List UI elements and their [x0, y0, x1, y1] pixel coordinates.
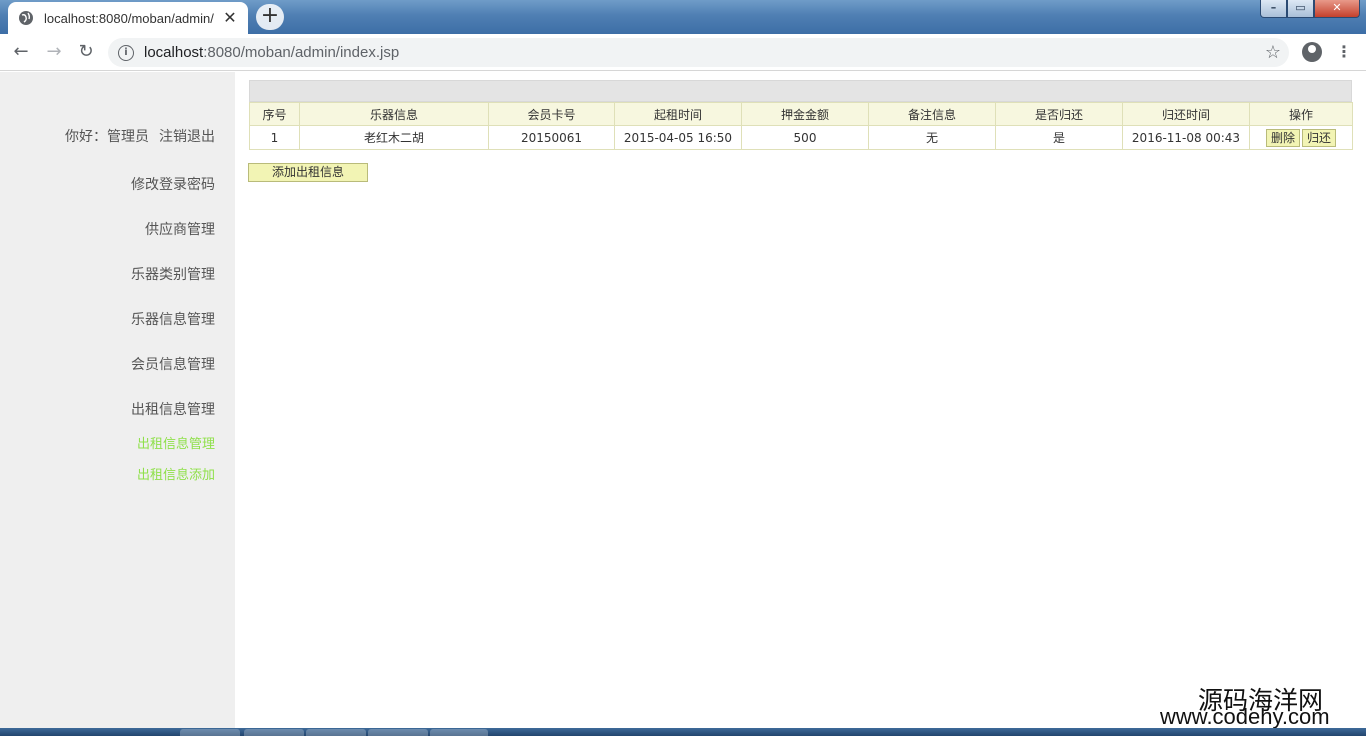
close-icon: ✕ [1332, 1, 1342, 14]
profile-avatar-icon[interactable] [1302, 42, 1322, 62]
cell-member-card: 20150061 [488, 125, 615, 150]
greeting: 你好：管理员 注销退出 [65, 126, 215, 146]
column-header: 操作 [1249, 102, 1353, 126]
main-content: 序号 乐器信息 会员卡号 起租时间 押金金额 备注信息 是否归还 归还时间 操作… [249, 80, 1353, 150]
table-row: 1 老红木二胡 20150061 2015-04-05 16:50 500 无 … [249, 125, 1353, 150]
watermark-url: www.codehy.com [1160, 704, 1330, 729]
taskbar-app[interactable] [244, 729, 304, 736]
column-header: 归还时间 [1122, 102, 1250, 126]
os-taskbar [0, 728, 1366, 736]
window-minimize-button[interactable]: – [1260, 0, 1287, 18]
bookmark-star-icon[interactable]: ☆ [1265, 42, 1281, 63]
url-host: localhost [144, 44, 204, 61]
address-bar[interactable]: i localhost:8080/moban/admin/index.jsp ☆ [108, 38, 1289, 67]
logout-link[interactable]: 注销退出 [159, 129, 215, 145]
column-header: 备注信息 [868, 102, 996, 126]
cell-returned: 是 [995, 125, 1123, 150]
browser-titlebar: localhost:8080/moban/admin/ ✕ + – ▭ ✕ [0, 0, 1366, 34]
tab-close-icon[interactable]: ✕ [222, 10, 238, 26]
column-header: 序号 [249, 102, 300, 126]
sidebar: 你好：管理员 注销退出 修改登录密码 供应商管理 乐器类别管理 乐器信息管理 会员… [0, 72, 235, 728]
taskbar-app[interactable] [306, 729, 366, 736]
url-text: localhost:8080/moban/admin/index.jsp [144, 44, 399, 61]
globe-icon [18, 10, 34, 26]
site-info-icon[interactable]: i [118, 44, 134, 61]
column-header: 押金金额 [741, 102, 869, 126]
cell-return-time: 2016-11-08 00:43 [1122, 125, 1250, 150]
window-close-button[interactable]: ✕ [1314, 0, 1360, 18]
cell-deposit: 500 [741, 125, 869, 150]
sidebar-item-member-info[interactable]: 会员信息管理 [131, 354, 215, 374]
column-header: 会员卡号 [488, 102, 615, 126]
cell-instrument: 老红木二胡 [299, 125, 489, 150]
taskbar-app[interactable] [430, 729, 488, 736]
sidebar-subitem-rental-add[interactable]: 出租信息添加 [137, 464, 215, 483]
back-arrow-icon[interactable]: ← [9, 41, 33, 65]
cell-start-time: 2015-04-05 16:50 [614, 125, 742, 150]
reload-icon[interactable]: ↻ [74, 41, 98, 65]
new-tab-button[interactable]: + [256, 4, 284, 30]
table-header-row: 序号 乐器信息 会员卡号 起租时间 押金金额 备注信息 是否归还 归还时间 操作 [249, 102, 1353, 126]
maximize-icon: ▭ [1295, 1, 1306, 14]
grid-title-bar [249, 80, 1352, 102]
browser-toolbar: ← → ↻ i localhost:8080/moban/admin/index… [0, 34, 1366, 71]
cell-actions: 删除 归还 [1249, 125, 1353, 150]
minimize-icon: – [1270, 1, 1277, 14]
sidebar-item-instrument-info[interactable]: 乐器信息管理 [131, 309, 215, 329]
add-rental-button[interactable]: 添加出租信息 [248, 163, 368, 182]
cell-index: 1 [249, 125, 300, 150]
cell-remark: 无 [868, 125, 996, 150]
column-header: 起租时间 [614, 102, 742, 126]
browser-tab[interactable]: localhost:8080/moban/admin/ ✕ [8, 2, 248, 34]
column-header: 乐器信息 [299, 102, 489, 126]
rental-table: 序号 乐器信息 会员卡号 起租时间 押金金额 备注信息 是否归还 归还时间 操作… [249, 102, 1353, 150]
taskbar-app[interactable] [180, 729, 240, 736]
sidebar-item-supplier[interactable]: 供应商管理 [145, 219, 215, 239]
tab-title: localhost:8080/moban/admin/ [44, 10, 214, 26]
sidebar-subitem-rental-manage[interactable]: 出租信息管理 [137, 433, 215, 452]
window-maximize-button[interactable]: ▭ [1287, 0, 1314, 18]
greeting-text: 你好：管理员 [65, 129, 149, 145]
url-path: :8080/moban/admin/index.jsp [203, 44, 400, 61]
sidebar-item-rental-info[interactable]: 出租信息管理 [131, 399, 215, 419]
taskbar-app[interactable] [368, 729, 428, 736]
sidebar-item-change-password[interactable]: 修改登录密码 [131, 174, 215, 194]
column-header: 是否归还 [995, 102, 1123, 126]
forward-arrow-icon[interactable]: → [42, 41, 66, 65]
return-button[interactable]: 归还 [1302, 128, 1337, 147]
browser-menu-icon[interactable]: ⋮ [1336, 41, 1352, 65]
sidebar-item-instrument-category[interactable]: 乐器类别管理 [131, 264, 215, 284]
delete-button[interactable]: 删除 [1265, 128, 1300, 147]
